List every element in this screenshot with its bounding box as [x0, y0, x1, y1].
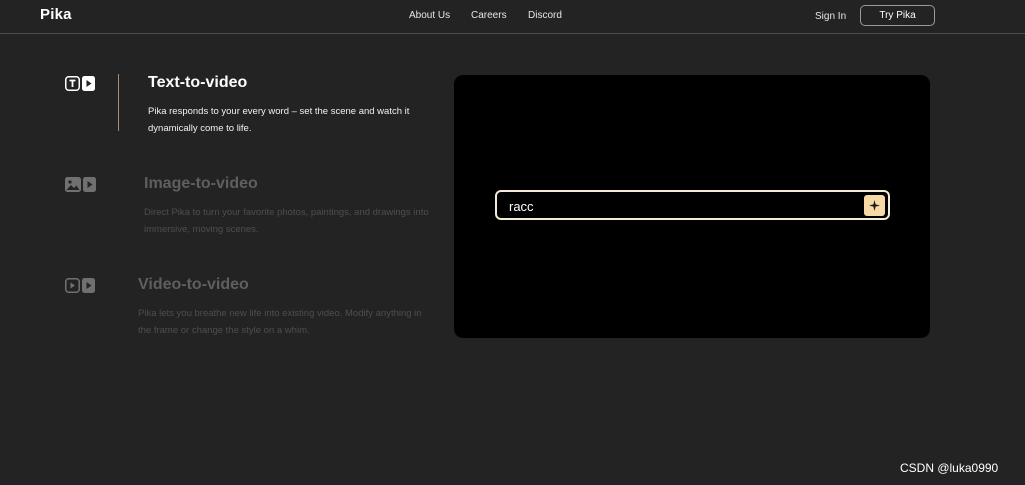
video-icon [65, 278, 80, 293]
active-feature-indicator [118, 74, 119, 131]
feature-title-video-to-video[interactable]: Video-to-video [138, 276, 249, 294]
play-icon [83, 177, 96, 192]
sign-in-link[interactable]: Sign In [815, 11, 846, 22]
text-icon [65, 76, 80, 91]
image-play-icon [65, 177, 96, 192]
watermark-text: CSDN @luka0990 [900, 461, 999, 475]
nav-careers[interactable]: Careers [471, 10, 507, 21]
feature-description-image-to-video: Direct Pika to turn your favorite photos… [144, 207, 429, 235]
play-icon [82, 278, 95, 293]
try-pika-button[interactable]: Try Pika [860, 5, 935, 26]
sparkle-icon [869, 200, 880, 211]
video-preview-panel [454, 75, 930, 338]
feature-description-text-to-video: Pika responds to your every word – set t… [148, 106, 410, 134]
feature-title-image-to-video[interactable]: Image-to-video [144, 175, 258, 193]
video-play-icon [65, 278, 95, 293]
top-nav-bar: Pika About Us Careers Discord Sign In Tr… [0, 0, 1025, 34]
nav-about-us[interactable]: About Us [409, 10, 450, 21]
feature-description-video-to-video: Pika lets you breathe new life into exis… [138, 308, 422, 336]
prompt-box [495, 190, 890, 220]
play-icon [82, 76, 95, 91]
feature-title-text-to-video[interactable]: Text-to-video [148, 74, 247, 92]
pika-logo[interactable]: Pika [40, 6, 72, 23]
nav-discord[interactable]: Discord [528, 10, 562, 21]
image-icon [65, 177, 81, 192]
page: Pika About Us Careers Discord Sign In Tr… [0, 0, 1025, 485]
prompt-input[interactable] [509, 197, 849, 215]
generate-button[interactable] [864, 195, 885, 216]
text-play-icon [65, 76, 95, 91]
